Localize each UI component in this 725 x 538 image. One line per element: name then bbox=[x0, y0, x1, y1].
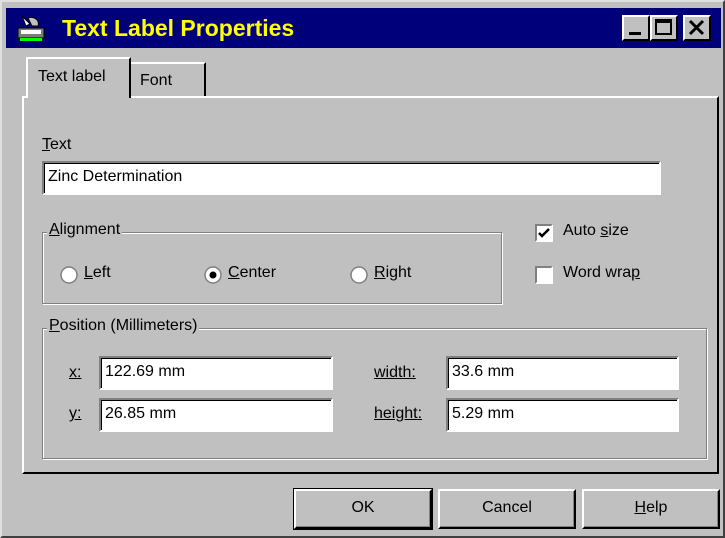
text-field-label: Text bbox=[42, 136, 71, 154]
auto-size-label-rest: ize bbox=[608, 222, 629, 239]
x-label: x: bbox=[69, 364, 81, 382]
alignment-caption: Alignment bbox=[47, 221, 123, 239]
auto-size-label-start: Auto bbox=[563, 222, 601, 239]
height-input[interactable]: 5.29 mm bbox=[446, 398, 679, 432]
maximize-button[interactable] bbox=[650, 15, 678, 41]
radio-left[interactable] bbox=[60, 266, 78, 284]
x-label-mnemonic: x: bbox=[69, 364, 82, 381]
position-caption-rest: osition (Millimeters) bbox=[59, 317, 198, 334]
word-wrap-label-start: Word wra bbox=[563, 264, 632, 281]
y-input[interactable]: 26.85 mm bbox=[99, 398, 333, 432]
y-label-mnemonic: y: bbox=[69, 405, 82, 422]
width-input[interactable]: 33.6 mm bbox=[446, 356, 679, 390]
radio-center-label[interactable]: Center bbox=[228, 264, 276, 282]
position-mnemonic: P bbox=[49, 317, 60, 334]
word-wrap-label[interactable]: Word wrap bbox=[563, 264, 640, 282]
help-mnemonic: H bbox=[634, 499, 647, 516]
position-group bbox=[42, 328, 707, 459]
auto-size-checkbox[interactable] bbox=[535, 224, 553, 242]
cancel-button[interactable]: Cancel bbox=[438, 489, 576, 529]
center-label-rest: enter bbox=[239, 264, 277, 281]
tab-text-label[interactable]: Text label bbox=[26, 57, 131, 98]
position-caption: Position (Millimeters) bbox=[47, 317, 200, 335]
width-label-mnemonic: width: bbox=[374, 364, 416, 381]
radio-right-label[interactable]: Right bbox=[374, 264, 411, 282]
app-icon bbox=[17, 15, 45, 41]
alignment-caption-rest: lignment bbox=[59, 221, 121, 238]
right-mnemonic: R bbox=[374, 264, 386, 281]
text-label-rest: ext bbox=[50, 136, 72, 153]
help-label-rest: elp bbox=[646, 499, 668, 516]
width-label: width: bbox=[374, 364, 416, 382]
text-input[interactable]: Zinc Determination bbox=[42, 161, 661, 195]
word-wrap-mnemonic: p bbox=[631, 264, 641, 281]
help-button[interactable]: Help bbox=[582, 489, 720, 529]
window-title: Text Label Properties bbox=[62, 15, 295, 41]
radio-center[interactable] bbox=[204, 266, 222, 284]
title-bar[interactable]: Text Label Properties bbox=[6, 8, 721, 48]
tab-font[interactable]: Font bbox=[129, 62, 206, 96]
radio-right[interactable] bbox=[350, 266, 368, 284]
auto-size-label[interactable]: Auto size bbox=[563, 222, 629, 240]
left-label-rest: eft bbox=[92, 264, 111, 281]
right-label-rest: ight bbox=[385, 264, 412, 281]
close-button[interactable] bbox=[683, 15, 711, 41]
height-label: height: bbox=[374, 405, 422, 423]
y-label: y: bbox=[69, 405, 81, 423]
height-label-mnemonic: height: bbox=[374, 405, 423, 422]
center-mnemonic: C bbox=[228, 264, 240, 281]
maximize-icon bbox=[655, 19, 672, 35]
close-icon bbox=[688, 19, 705, 36]
minimize-button[interactable] bbox=[622, 15, 650, 41]
word-wrap-checkbox[interactable] bbox=[535, 266, 553, 284]
text-label-mnemonic: T bbox=[42, 136, 50, 153]
x-input[interactable]: 122.69 mm bbox=[99, 356, 333, 390]
alignment-mnemonic: A bbox=[49, 221, 60, 238]
ok-button[interactable]: OK bbox=[293, 488, 433, 530]
dialog-window: Text Label Properties Text label Font Te… bbox=[0, 0, 725, 538]
checkmark-icon bbox=[538, 228, 550, 238]
left-mnemonic: L bbox=[84, 264, 93, 281]
tab-panel: Text Zinc Determination Alignment Left C… bbox=[22, 96, 719, 474]
minimize-icon bbox=[629, 32, 641, 35]
radio-left-label[interactable]: Left bbox=[84, 264, 111, 282]
